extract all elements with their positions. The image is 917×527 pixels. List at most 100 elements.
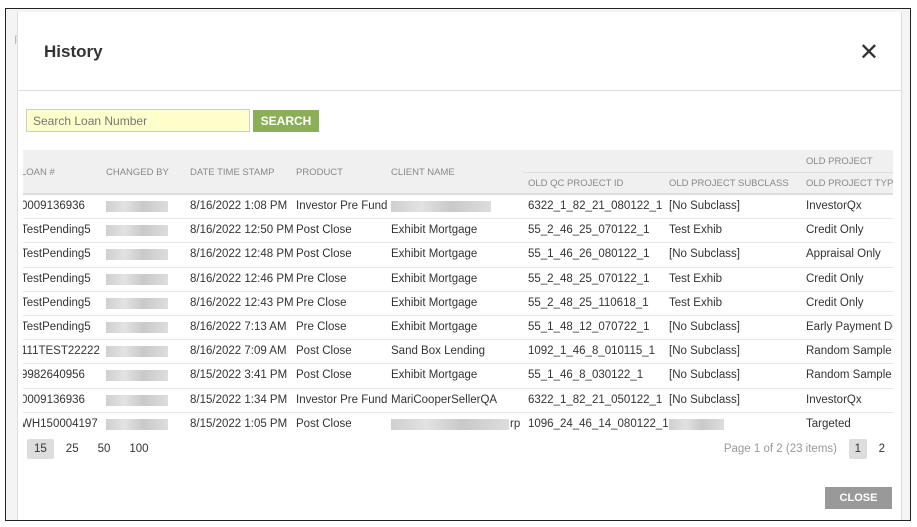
page-size-25[interactable]: 25 (59, 439, 86, 459)
table-row[interactable]: 111TEST22222 8/16/2022 7:09 AM Post Close S… (23, 340, 893, 365)
table-cell: Exhibit Mortgage (391, 296, 478, 309)
table-cell: TestPending5 (23, 248, 91, 261)
redacted-value (669, 418, 724, 430)
table-row[interactable]: TestPending5 8/16/2022 7:13 AM Pre Close Ex… (23, 316, 893, 341)
redacted-value (106, 297, 168, 309)
table-row[interactable]: 9982640956 8/15/2022 3:41 PM Post Close Exh… (23, 364, 893, 389)
table-cell: 8/16/2022 12:43 PM (190, 296, 294, 309)
table-cell: rp (510, 417, 521, 430)
table-header: OLD PROJECT LOAN # CHANGED BY DATE TIME STA… (23, 150, 893, 195)
table-cell: 8/16/2022 12:48 PM (190, 248, 294, 261)
table-cell: Credit Only (806, 272, 864, 285)
table-cell: 55_2_46_25_070122_1 (528, 224, 650, 237)
close-button[interactable]: CLOSE (825, 487, 892, 509)
table-cell: [No Subclass] (669, 320, 740, 333)
table-row[interactable]: TestPending5 8/16/2022 12:48 PM Post Close… (23, 243, 893, 268)
table-cell: 8/16/2022 12:46 PM (190, 272, 294, 285)
redacted-value (106, 394, 168, 406)
column-header[interactable]: LOAN # (23, 167, 55, 178)
table-cell: Exhibit Mortgage (391, 320, 478, 333)
redacted-value (106, 201, 168, 212)
table-cell: 8/16/2022 7:09 AM (190, 345, 287, 358)
column-header[interactable]: OLD PROJECT TYPE (806, 178, 893, 189)
table-cell: Post Close (296, 224, 352, 237)
table-cell: Exhibit Mortgage (391, 224, 478, 237)
redacted-value (106, 273, 168, 285)
table-cell: 55_2_48_25_070122_1 (528, 272, 650, 285)
column-header[interactable]: CLIENT NAME (391, 167, 455, 178)
table-row[interactable]: 0009136936 8/16/2022 1:08 PM Investor Pre … (23, 195, 893, 220)
table-cell: 0009136936 (23, 200, 85, 212)
table-cell: 8/16/2022 7:13 AM (190, 320, 287, 333)
table-cell: 8/15/2022 1:34 PM (190, 393, 288, 406)
table-cell: Test Exhib (669, 224, 723, 237)
table-cell: Investor Pre Fund (296, 200, 388, 212)
table-cell: Post Close (296, 248, 352, 261)
table-cell: 8/16/2022 12:50 PM (190, 224, 294, 237)
table-cell: Sand Box Lending (391, 345, 485, 358)
page-size-50[interactable]: 50 (91, 439, 118, 459)
table-cell: 55_1_46_8_030122_1 (528, 369, 644, 382)
table-row[interactable]: 0009136936 8/15/2022 1:34 PM Investor Pre … (23, 389, 893, 413)
table-cell: Exhibit Mortgage (391, 369, 478, 382)
table-cell: Post Close (296, 417, 352, 430)
table-row[interactable]: TestPending5 8/16/2022 12:46 PM Pre Close E… (23, 268, 893, 292)
table-cell: 0009136936 (23, 393, 85, 406)
table-cell: WH150004197 (23, 417, 98, 430)
table-cell: Targeted (806, 417, 851, 430)
table-cell: Appraisal Only (806, 248, 881, 261)
table-cell: TestPending5 (23, 320, 91, 333)
table-cell: Exhibit Mortgage (391, 272, 478, 285)
table-cell: 9982640956 (23, 369, 85, 382)
table-cell: 55_2_48_25_110618_1 (528, 296, 649, 309)
page-1-button[interactable]: 1 (848, 439, 867, 459)
table-cell: InvestorQx (806, 200, 862, 212)
redacted-value (106, 321, 168, 333)
search-loan-input[interactable] (26, 109, 250, 132)
table-row[interactable]: TestPending5 8/16/2022 12:43 PM Pre Close E… (23, 292, 893, 316)
table-cell: 8/16/2022 1:08 PM (190, 200, 288, 212)
table-cell: Post Close (296, 369, 352, 382)
table-cell: Exhibit Mortgage (391, 248, 478, 261)
group-header-old-project: OLD PROJECT (806, 156, 873, 167)
header-divider (523, 172, 893, 173)
table-cell: [No Subclass] (669, 345, 740, 358)
table-row[interactable]: TestPending5 8/16/2022 12:50 PM Post Close… (23, 219, 893, 244)
redacted-value (106, 249, 168, 261)
page-size-15[interactable]: 15 (27, 439, 54, 459)
table-cell: MariCooperSellerQA (391, 393, 498, 406)
redacted-value (391, 418, 509, 430)
table-cell: 6322_1_82_21_080122_1 (528, 200, 663, 212)
table-cell: Post Close (296, 345, 352, 358)
table-cell: Credit Only (806, 224, 864, 237)
table-cell: [No Subclass] (669, 200, 740, 212)
history-modal: History ✕ SEARCH OLD PROJECT LOAN # CHANGE… (17, 12, 902, 520)
table-cell: [No Subclass] (669, 393, 740, 406)
column-header[interactable]: DATE TIME STAMP (190, 167, 274, 178)
table-cell: 55_1_48_12_070722_1 (528, 320, 650, 333)
table-cell: 6322_1_82_21_050122_1 (528, 393, 663, 406)
page-size-100[interactable]: 100 (122, 439, 155, 459)
close-icon[interactable]: ✕ (859, 38, 879, 67)
search-button[interactable]: SEARCH (253, 110, 319, 132)
column-header[interactable]: OLD PROJECT SUBCLASS (669, 178, 789, 189)
table-cell: Pre Close (296, 320, 347, 333)
page-info: Page 1 of 2 (23 items) (723, 443, 837, 455)
modal-title: History (44, 42, 103, 61)
redacted-value (391, 201, 491, 212)
table-cell: Investor Pre Fund (296, 393, 388, 406)
table-cell: Pre Close (296, 296, 347, 309)
table-cell: Pre Close (296, 272, 347, 285)
page-2-button[interactable]: 2 (873, 439, 891, 459)
column-header[interactable]: PRODUCT (296, 167, 343, 178)
table-cell: 8/15/2022 3:41 PM (190, 369, 288, 382)
table-cell: InvestorQx (806, 393, 862, 406)
column-header[interactable]: CHANGED BY (106, 167, 169, 178)
table-row[interactable]: WH150004197 8/15/2022 1:05 PM Post Close rp… (23, 413, 893, 434)
column-header[interactable]: OLD QC PROJECT ID (528, 178, 623, 189)
divider (18, 90, 901, 91)
redacted-value (106, 418, 168, 430)
table-cell: Credit Only (806, 296, 864, 309)
table-cell: TestPending5 (23, 224, 91, 237)
redacted-value (106, 370, 168, 382)
